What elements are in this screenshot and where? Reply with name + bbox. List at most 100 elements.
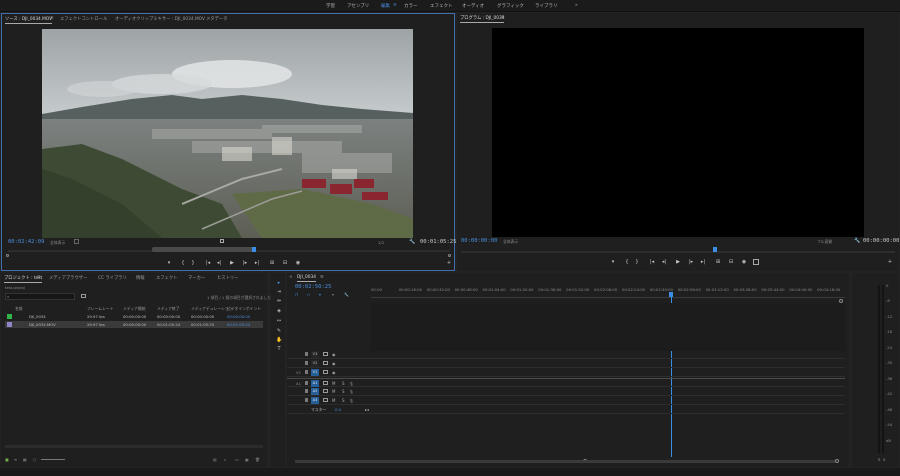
track-label[interactable]: V3	[311, 351, 319, 358]
program-add-button-icon[interactable]: +	[887, 259, 893, 265]
program-mark-out-button[interactable]: }	[634, 259, 640, 265]
track-label[interactable]: A3	[311, 397, 319, 404]
track-a2[interactable]: A2 M S 🎙	[287, 387, 845, 396]
timeline-wrench-icon[interactable]: 🔧	[344, 292, 349, 297]
track-label[interactable]: V2	[311, 360, 319, 367]
project-search-input[interactable]	[5, 293, 75, 300]
source-overwrite-button[interactable]: ⊟	[282, 260, 288, 266]
timeline-horizontal-scrollbar[interactable]	[295, 460, 835, 463]
source-resolution-select[interactable]: 1/2	[378, 240, 384, 245]
workspace-overflow-icon[interactable]: »	[575, 3, 578, 8]
trash-icon[interactable]: 🗑	[255, 457, 260, 462]
mic-icon[interactable]: 🎙	[349, 381, 354, 386]
ripple-edit-tool-icon[interactable]: ⇹	[276, 298, 282, 304]
track-v3[interactable]: V3 ◉	[287, 350, 845, 359]
source-zoom-select[interactable]: 全体表示	[50, 240, 65, 246]
source-marker-button[interactable]: ▾	[166, 260, 172, 266]
tab-source[interactable]: ソース : DJI_0034.MOV	[5, 16, 53, 24]
razor-tool-icon[interactable]: ◈	[276, 308, 282, 314]
track-lock-icon[interactable]	[305, 370, 308, 374]
solo-button[interactable]: S	[342, 381, 345, 386]
project-horizontal-scrollbar[interactable]	[5, 445, 263, 448]
mic-icon[interactable]: 🎙	[349, 398, 354, 403]
source-add-button-icon[interactable]: +	[446, 260, 452, 266]
workspace-graphics[interactable]: グラフィック	[497, 3, 524, 9]
table-row[interactable]: DJI_0034 29.97 fps 00:00:00:00 00:00:00:…	[5, 313, 263, 320]
source-playhead-timecode[interactable]: 00:02:42:09	[8, 239, 44, 245]
track-select-tool-icon[interactable]: ⇥	[276, 289, 282, 295]
eye-icon[interactable]: ◉	[332, 361, 336, 366]
source-patch-v1[interactable]: V1	[296, 370, 301, 375]
source-wrench-icon[interactable]: 🔧	[409, 239, 415, 245]
tab-program[interactable]: プログラム : DJI_0034	[460, 15, 505, 23]
source-go-in-button[interactable]: |◂	[205, 260, 211, 266]
icon-view-icon[interactable]: ▦	[23, 457, 27, 462]
workspace-libraries[interactable]: ライブラリ	[535, 3, 558, 9]
program-wrench-icon[interactable]: 🔧	[854, 238, 860, 244]
program-play-button[interactable]: ▶	[675, 259, 681, 265]
workspace-assembly[interactable]: アセンブリ	[347, 3, 369, 9]
workspace-learning[interactable]: 学習	[326, 3, 335, 9]
mute-button[interactable]: M	[332, 381, 335, 386]
tab-effect-controls[interactable]: エフェクトコントロール	[60, 16, 107, 22]
source-go-out-button[interactable]: ▸|	[254, 260, 260, 266]
column-media-start[interactable]: メディア開始	[123, 306, 146, 312]
master-go-end-icon[interactable]: ▸◂	[365, 407, 369, 412]
toggle-sync-icon[interactable]	[323, 398, 328, 402]
column-frame-rate[interactable]: フレームレート	[87, 306, 113, 312]
program-step-back-button[interactable]: ◂|	[661, 259, 667, 265]
new-bin-icon[interactable]: ▭	[235, 457, 239, 462]
source-mark-out-button[interactable]: }	[190, 260, 196, 266]
track-lock-icon[interactable]	[305, 361, 308, 365]
timeline-timecode[interactable]: 00:02:50:25	[295, 284, 331, 290]
column-video-in-point[interactable]: ビデオインポイント	[227, 306, 261, 312]
timeline-h-scroll-right[interactable]	[835, 459, 839, 463]
new-bin-from-search-icon[interactable]	[81, 294, 86, 298]
tab-media-browser[interactable]: メディアブラウザー	[49, 275, 87, 281]
find-icon[interactable]: ⌕	[224, 457, 226, 462]
eye-icon[interactable]: ◉	[332, 352, 336, 357]
source-zoom-bar[interactable]	[152, 247, 255, 252]
track-a1[interactable]: A1 A1 M S 🎙	[287, 378, 845, 387]
tab-effects[interactable]: エフェクト	[156, 275, 177, 281]
source-in-handle[interactable]	[6, 254, 9, 257]
meter-solo-left[interactable]: S	[878, 457, 880, 462]
source-insert-button[interactable]: ⊞	[269, 260, 275, 266]
source-patch-a1[interactable]: A1	[296, 381, 301, 386]
tab-info[interactable]: 情報	[136, 275, 145, 281]
selection-tool-icon[interactable]: ▸	[276, 280, 282, 286]
mic-icon[interactable]: 🎙	[349, 389, 354, 394]
track-v2[interactable]: V2 ◉	[287, 359, 845, 368]
program-zoom-select[interactable]: 全体表示	[503, 239, 518, 245]
toggle-sync-icon[interactable]	[323, 361, 328, 365]
snap-icon[interactable]: ⊓	[295, 292, 298, 297]
eye-icon[interactable]: ◉	[332, 370, 336, 375]
timeline-tab-menu-icon[interactable]: ≡	[320, 275, 324, 280]
toggle-sync-icon[interactable]	[323, 389, 328, 393]
lock-icon[interactable]: ■	[5, 457, 9, 462]
program-go-in-button[interactable]: |◂	[649, 259, 655, 265]
program-resolution-select[interactable]: フル画質	[817, 239, 832, 245]
source-out-handle[interactable]	[448, 254, 451, 257]
source-mark-in-button[interactable]: {	[180, 260, 186, 266]
source-export-frame-button[interactable]: ◉	[295, 260, 301, 266]
tab-sequence[interactable]: DJI_0034	[297, 275, 316, 282]
workspace-editing[interactable]: 編集	[381, 3, 390, 9]
timeline-ruler[interactable]: 00:00 00:00:16:00 00:00:32:00 00:00:48:00 00…	[371, 287, 845, 297]
type-tool-icon[interactable]: T	[276, 346, 282, 352]
workspace-effects[interactable]: エフェクト	[430, 3, 453, 9]
program-scrubber[interactable]	[461, 251, 895, 253]
tab-audio-clip-mixer[interactable]: オーディオクリップミキサー : DJI_0034.MOV	[115, 16, 205, 22]
column-media-end[interactable]: メディア終了	[157, 306, 180, 312]
source-step-forward-button[interactable]: |▸	[242, 260, 248, 266]
mute-button[interactable]: M	[332, 389, 335, 394]
workspace-color[interactable]: カラー	[404, 3, 418, 9]
toggle-sync-icon[interactable]	[323, 381, 328, 385]
list-view-icon[interactable]: ≡	[14, 457, 17, 462]
pen-tool-icon[interactable]: ✎	[276, 328, 282, 334]
source-play-button[interactable]: ▶	[229, 260, 235, 266]
program-mark-in-button[interactable]: {	[624, 259, 630, 265]
track-v1[interactable]: V1 V1 ◉	[287, 368, 845, 377]
toggle-sync-icon[interactable]	[323, 352, 328, 356]
track-lock-icon[interactable]	[305, 398, 308, 402]
